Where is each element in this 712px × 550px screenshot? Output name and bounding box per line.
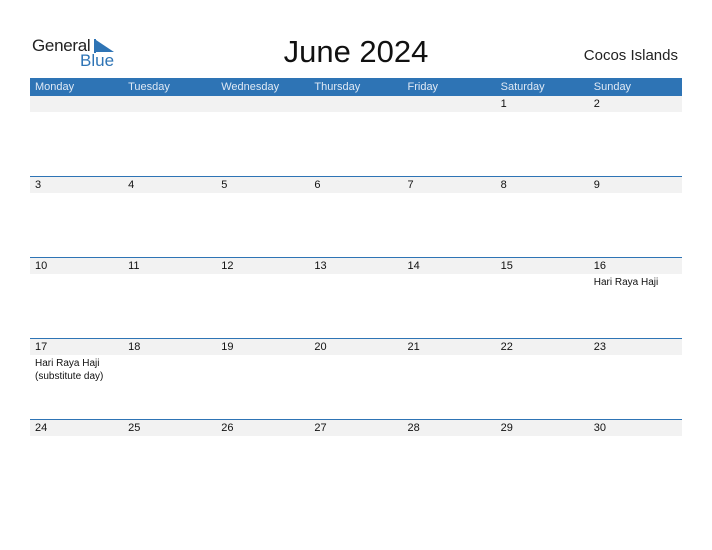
holiday-label: Hari Raya Haji (substitute day) (35, 358, 104, 382)
day-number: 2 (593, 98, 600, 110)
date-band (402, 96, 496, 112)
date-band (402, 177, 496, 193)
day-number: 11 (128, 260, 140, 272)
day-number: 19 (221, 341, 234, 353)
day-number: 13 (314, 260, 327, 272)
day-cell[interactable]: 18 (123, 339, 217, 420)
day-number: 10 (35, 260, 48, 272)
date-band (588, 96, 682, 112)
day-cell[interactable]: 4 (123, 177, 217, 258)
day-cell[interactable] (309, 96, 403, 177)
weekday-saturday: Saturday (500, 81, 545, 93)
holiday-label: Hari Raya Haji (593, 277, 659, 288)
day-cell[interactable]: 10 (30, 258, 124, 339)
day-number: 24 (35, 422, 48, 434)
day-cell[interactable]: 13 (309, 258, 403, 339)
day-number: 26 (221, 422, 234, 434)
day-cell[interactable]: 24 (30, 420, 124, 501)
day-cell[interactable]: 30 (588, 420, 682, 501)
weekday-friday: Friday (407, 81, 439, 93)
day-cell[interactable] (216, 96, 310, 177)
day-cell[interactable]: 21 (402, 339, 496, 420)
day-cell[interactable]: 12 (216, 258, 310, 339)
day-number: 8 (500, 179, 507, 191)
day-number: 6 (314, 179, 321, 191)
day-cell[interactable] (30, 96, 124, 177)
date-band (309, 177, 403, 193)
region-label: Cocos Islands (583, 47, 678, 64)
day-number: 14 (407, 260, 420, 272)
day-cell[interactable]: 22 (495, 339, 589, 420)
day-number: 16 (593, 260, 606, 272)
date-band (123, 177, 217, 193)
day-cell[interactable]: 3 (30, 177, 124, 258)
weekday-thursday: Thursday (314, 81, 361, 93)
day-number: 22 (500, 341, 513, 353)
day-cell[interactable]: 5 (216, 177, 310, 258)
day-number: 3 (35, 179, 42, 191)
day-cell[interactable]: 19 (216, 339, 310, 420)
day-cell[interactable]: 14 (402, 258, 496, 339)
day-number: 30 (593, 422, 606, 434)
week-row: 10 11 12 13 14 15 16 Hari Raya Haji (30, 257, 682, 339)
day-cell[interactable]: 28 (402, 420, 496, 501)
date-band (30, 96, 124, 112)
day-cell[interactable] (402, 96, 496, 177)
week-row: 3 4 5 6 7 8 9 (30, 176, 682, 258)
day-cell[interactable]: 6 (309, 177, 403, 258)
day-number: 18 (128, 341, 141, 353)
day-number: 23 (593, 341, 606, 353)
weekday-wednesday: Wednesday (221, 81, 280, 93)
day-cell[interactable]: 26 (216, 420, 310, 501)
day-cell[interactable] (123, 96, 217, 177)
weekday-sunday: Sunday (593, 81, 632, 93)
date-band (216, 177, 310, 193)
day-cell[interactable]: 2 (588, 96, 682, 177)
day-number: 9 (593, 179, 600, 191)
day-number: 28 (407, 422, 420, 434)
date-band (309, 96, 403, 112)
weekday-tuesday: Tuesday (128, 81, 170, 93)
day-cell[interactable]: 1 (495, 96, 589, 177)
day-number: 27 (314, 422, 327, 434)
day-cell[interactable]: 8 (495, 177, 589, 258)
day-number: 12 (221, 260, 234, 272)
day-cell[interactable]: 11 (123, 258, 217, 339)
day-cell[interactable]: 29 (495, 420, 589, 501)
day-cell[interactable]: 25 (123, 420, 217, 501)
day-number: 17 (35, 341, 48, 353)
day-number: 21 (407, 341, 420, 353)
day-cell[interactable]: 9 (588, 177, 682, 258)
weekday-monday: Monday (35, 81, 75, 93)
day-cell[interactable]: 27 (309, 420, 403, 501)
week-row: 17 Hari Raya Haji (substitute day) 18 19 20 2… (30, 338, 682, 420)
week-row: 12 (30, 96, 682, 177)
day-number: 5 (221, 179, 228, 191)
date-band (588, 177, 682, 193)
date-band (495, 177, 589, 193)
week-row: 24 25 26 27 28 29 30 (30, 419, 682, 501)
day-cell[interactable]: 23 (588, 339, 682, 420)
day-number: 1 (500, 98, 507, 110)
day-number: 15 (500, 260, 513, 272)
day-number: 25 (128, 422, 141, 434)
date-band (216, 96, 310, 112)
date-band (495, 96, 589, 112)
day-number: 4 (128, 179, 135, 191)
weekday-header: Monday Tuesday Wednesday Thursday Friday… (30, 78, 682, 96)
day-cell[interactable]: 16 Hari Raya Haji (588, 258, 682, 339)
day-cell[interactable]: 7 (402, 177, 496, 258)
day-cell[interactable]: 15 (495, 258, 589, 339)
day-number: 7 (407, 179, 414, 191)
date-band (123, 96, 217, 112)
day-number: 20 (314, 341, 327, 353)
day-number: 29 (500, 422, 513, 434)
day-cell[interactable]: 17 Hari Raya Haji (substitute day) (30, 339, 124, 420)
date-band (30, 177, 124, 193)
day-cell[interactable]: 20 (309, 339, 403, 420)
